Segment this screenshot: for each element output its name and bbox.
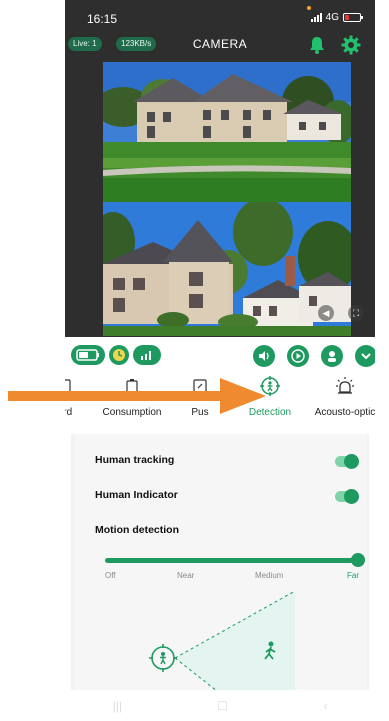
human-tracking-toggle[interactable] bbox=[335, 454, 359, 469]
bell-icon[interactable] bbox=[307, 35, 327, 55]
detection-settings: Human tracking Human Indicator Motion de… bbox=[71, 434, 369, 721]
motion-detection-label: Motion detection bbox=[95, 524, 179, 536]
human-tracking-label: Human tracking bbox=[95, 454, 175, 466]
slider-mark-off: Off bbox=[105, 571, 116, 580]
playback-icon[interactable] bbox=[287, 345, 309, 367]
camera-feed-2[interactable] bbox=[103, 202, 351, 336]
status-time: 16:15 bbox=[87, 12, 118, 26]
status-indicators: 4G bbox=[310, 12, 363, 23]
motion-detection-slider[interactable] bbox=[105, 558, 357, 563]
app-header: Live: 1 123KB/s CAMERA bbox=[65, 32, 375, 58]
battery-icon bbox=[343, 13, 363, 22]
mute-icon[interactable]: ◀ bbox=[318, 305, 334, 321]
camera-target-icon bbox=[149, 644, 177, 672]
signal-strength-button[interactable] bbox=[133, 345, 161, 365]
quick-controls-left bbox=[71, 345, 161, 367]
page-title: CAMERA bbox=[192, 37, 248, 51]
system-nav-bar: ||| ☐ ‹ bbox=[65, 690, 375, 721]
light-icon bbox=[303, 373, 375, 399]
human-indicator-label: Human Indicator bbox=[95, 489, 178, 501]
quick-controls-right bbox=[253, 345, 375, 367]
slider-mark-far: Far bbox=[347, 571, 359, 580]
signal-icon bbox=[310, 13, 322, 22]
speaker-icon[interactable] bbox=[253, 345, 275, 367]
human-indicator-toggle[interactable] bbox=[335, 489, 359, 504]
tab-acousto-optic-label: Acousto-optic bbox=[314, 407, 375, 418]
clock-button[interactable] bbox=[109, 345, 129, 365]
notification-dot bbox=[307, 6, 311, 10]
intercom-icon[interactable] bbox=[321, 345, 343, 367]
battery-status-button[interactable] bbox=[71, 345, 105, 365]
home-icon[interactable]: ☐ bbox=[217, 699, 228, 713]
back-icon[interactable]: ‹ bbox=[323, 699, 327, 713]
tab-acousto-optic[interactable]: Acousto-optic bbox=[303, 373, 375, 425]
slider-mark-near: Near bbox=[177, 571, 195, 580]
detection-settings-card: Human tracking Human Indicator Motion de… bbox=[75, 434, 367, 721]
chevron-down-icon[interactable] bbox=[355, 345, 375, 367]
status-bar: 16:15 4G bbox=[65, 0, 375, 30]
recent-apps-icon[interactable]: ||| bbox=[113, 699, 122, 713]
slider-handle[interactable] bbox=[351, 553, 365, 567]
fullscreen-icon[interactable]: ⛶ bbox=[348, 305, 364, 321]
camera-feed-1[interactable] bbox=[103, 62, 351, 202]
annotation-arrow-icon bbox=[8, 378, 266, 414]
gear-icon[interactable] bbox=[341, 35, 361, 55]
phone-screen: 16:15 4G Live: 1 123KB/s CAMERA ◀ ⛶ d Co… bbox=[65, 0, 375, 721]
network-type: 4G bbox=[325, 12, 339, 23]
slider-mark-medium: Medium bbox=[255, 571, 284, 580]
